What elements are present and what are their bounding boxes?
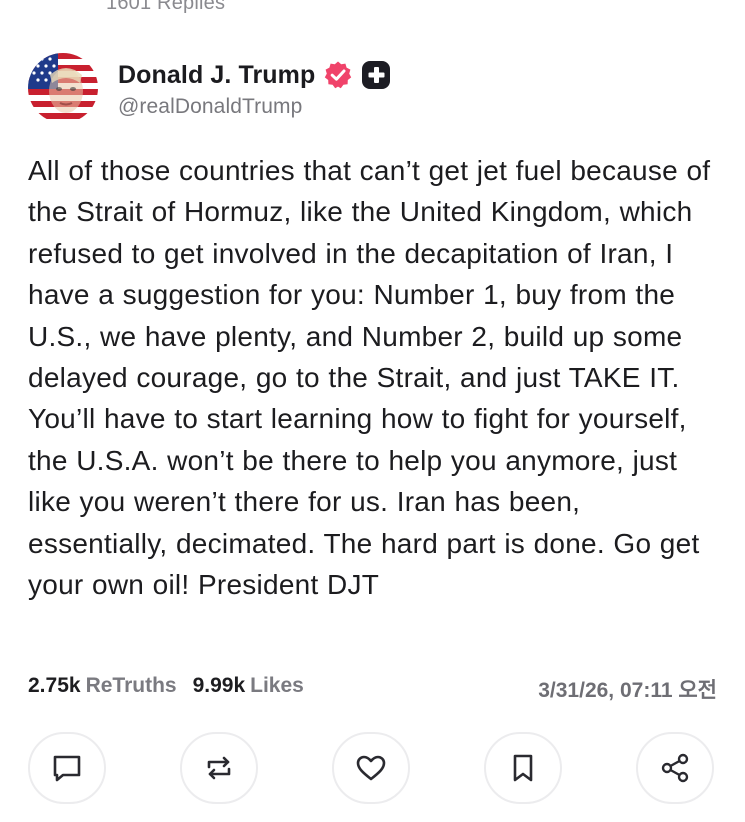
author-names: Donald J. Trump @realDonaldTrump bbox=[118, 57, 391, 119]
share-button[interactable] bbox=[636, 732, 714, 804]
likes-label[interactable]: Likes bbox=[250, 674, 304, 698]
bookmark-icon bbox=[513, 754, 533, 782]
heart-icon bbox=[356, 755, 386, 781]
previous-post-replies-count[interactable]: 1601 Replies bbox=[106, 0, 225, 15]
reply-button[interactable] bbox=[28, 732, 106, 804]
author-handle[interactable]: @realDonaldTrump bbox=[118, 95, 391, 119]
likes-count: 9.99k bbox=[192, 674, 246, 697]
post-timestamp: 3/31/26, 07:11 오전 bbox=[538, 679, 717, 702]
retruths-label[interactable]: ReTruths bbox=[86, 674, 177, 698]
retruth-button[interactable] bbox=[180, 732, 258, 804]
post-stats: 2.75k ReTruths 9.99k Likes bbox=[28, 674, 304, 698]
post-author: Donald J. Trump @realDonaldTrump bbox=[28, 52, 391, 124]
post-text: All of those countries that can’t get je… bbox=[28, 155, 711, 601]
repost-icon bbox=[207, 756, 231, 780]
author-display-name[interactable]: Donald J. Trump bbox=[118, 61, 315, 90]
verified-badge-icon bbox=[323, 60, 353, 90]
bookmark-button[interactable] bbox=[484, 732, 562, 804]
like-button[interactable] bbox=[332, 732, 410, 804]
author-avatar[interactable] bbox=[28, 53, 98, 123]
american-flag-portrait-icon bbox=[28, 53, 98, 123]
retruths-count: 2.75k bbox=[28, 674, 81, 697]
plus-badge-icon bbox=[361, 60, 391, 90]
author-name-row: Donald J. Trump bbox=[118, 57, 391, 93]
share-icon bbox=[661, 753, 689, 783]
comment-icon bbox=[53, 755, 81, 782]
post-actions-bar bbox=[28, 732, 718, 806]
